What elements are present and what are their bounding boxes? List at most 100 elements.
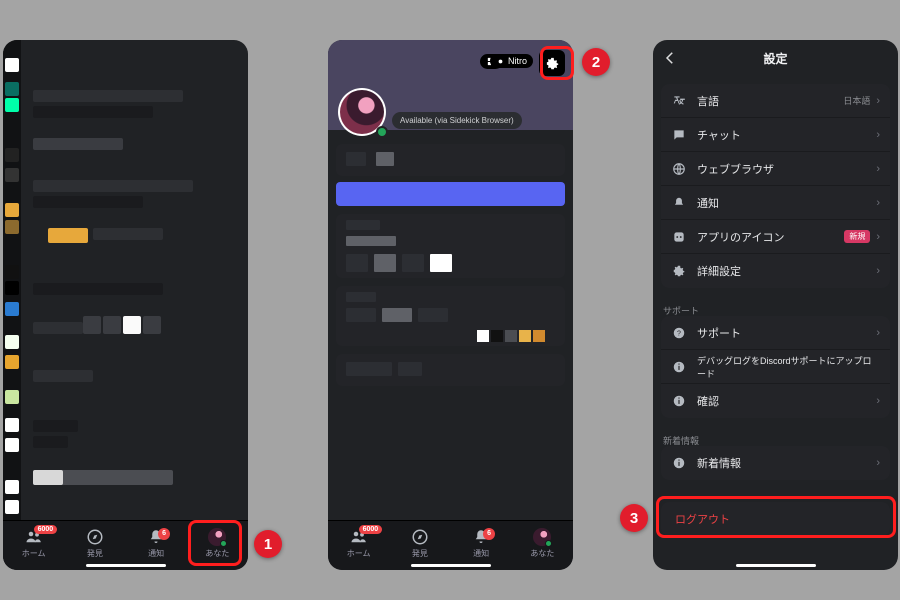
profile-avatar[interactable] [338,88,386,136]
row-browser-label: ウェブブラウザ [697,161,876,177]
tab-discover[interactable]: 発見 [69,528,121,559]
row-chat[interactable]: チャット › [661,118,890,152]
settings-button[interactable] [539,50,565,76]
callout-1: 1 [254,530,282,558]
chevron-right-icon: › [876,327,880,339]
chevron-right-icon: › [876,197,880,209]
gear-icon [545,56,560,71]
row-notify-label: 通知 [697,195,876,211]
chevron-right-icon: › [876,95,880,107]
row-confirm-label: 確認 [697,393,876,409]
row-app-icon[interactable]: アプリのアイコン 新規 › [661,220,890,254]
profile-card-note [336,354,565,386]
tab-home-badge: 6000 [34,525,58,534]
chevron-right-icon: › [876,457,880,469]
home-indicator [411,564,491,567]
row-news[interactable]: 新着情報 › [661,446,890,480]
info-icon [672,394,686,408]
tab-notif-badge: 6 [483,528,495,540]
home-indicator [736,564,816,567]
row-support[interactable]: ? サポート › [661,316,890,350]
settings-list-news: 新着情報 › [661,446,890,480]
tab-discover[interactable]: 発見 [394,528,446,559]
row-confirm[interactable]: 確認 › [661,384,890,418]
avatar-icon [533,528,551,546]
compass-icon [86,528,104,546]
tab-you-label: あなた [205,549,229,558]
tab-notif-label: 通知 [473,549,489,558]
profile-card-connections [336,286,565,346]
settings-list-support: ? サポート › デバッグログをDiscordサポートにアップロード 確認 › [661,316,890,418]
custom-status-text: Available (via Sidekick Browser) [392,112,522,129]
row-chat-label: チャット [697,127,876,143]
row-debuglog-label: デバッグログをDiscordサポートにアップロード [697,354,880,380]
globe-icon [672,162,686,176]
chevron-right-icon: › [876,395,880,407]
logout-label: ログアウト [675,511,730,527]
help-icon: ? [672,326,686,340]
settings-list-app: 言語 日本語 › チャット › ウェブブラウザ › 通知 › アプリのアイコン … [661,84,890,288]
nitro-button[interactable]: Nitro [490,54,533,68]
avatar-icon [208,528,226,546]
profile-card-name [336,144,565,176]
profile-card-about [336,214,565,278]
nitro-icon [496,57,505,66]
tab-discover-label: 発見 [87,549,103,558]
chat-icon [672,128,686,142]
info-icon [672,360,686,374]
logout-button[interactable]: ログアウト [661,502,890,536]
tab-home[interactable]: 6000 ホーム [8,528,60,559]
row-news-label: 新着情報 [697,455,876,471]
chevron-right-icon: › [876,129,880,141]
callout-2: 2 [582,48,610,76]
tab-you[interactable]: あなた [191,528,243,559]
tab-notif-label: 通知 [148,549,164,558]
nitro-label: Nitro [508,56,527,66]
tab-you[interactable]: あなた [516,528,568,559]
row-browser[interactable]: ウェブブラウザ › [661,152,890,186]
back-button[interactable] [661,49,681,69]
row-language-label: 言語 [697,93,843,109]
info-icon [672,456,686,470]
row-advanced-label: 詳細設定 [697,263,876,279]
tab-home-label: ホーム [347,549,371,558]
tab-notifications[interactable]: 6 通知 [455,528,507,559]
screen-dm-list: 6000 ホーム 発見 6 通知 あなた [3,40,248,570]
app-icon-icon [672,230,686,244]
tab-home-label: ホーム [22,549,46,558]
settings-title: 設定 [763,50,787,67]
row-support-label: サポート [697,325,876,341]
chevron-right-icon: › [876,163,880,175]
tab-bar: 6000 ホーム 発見 6 通知 あなた [328,520,573,570]
callout-3: 3 [620,504,648,532]
row-language[interactable]: 言語 日本語 › [661,84,890,118]
edit-profile-button[interactable] [336,182,565,206]
row-notifications[interactable]: 通知 › [661,186,890,220]
tab-notif-badge: 6 [158,528,170,540]
gear-icon [672,264,686,278]
bell-icon [672,196,686,210]
screen-settings: 設定 言語 日本語 › チャット › ウェブブラウザ › 通知 › アプリのアイ… [653,40,898,570]
compass-icon [411,528,429,546]
new-badge: 新規 [844,230,870,243]
presence-online-icon [376,126,388,138]
tab-home[interactable]: 6000 ホーム [333,528,385,559]
tab-bar: 6000 ホーム 発見 6 通知 あなた [3,520,248,570]
chevron-right-icon: › [876,265,880,277]
row-appicon-label: アプリのアイコン [697,229,844,245]
tab-discover-label: 発見 [412,549,428,558]
svg-text:?: ? [677,330,681,337]
server-rail [3,40,21,570]
row-debuglog[interactable]: デバッグログをDiscordサポートにアップロード [661,350,890,384]
row-advanced[interactable]: 詳細設定 › [661,254,890,288]
chevron-right-icon: › [876,231,880,243]
tab-home-badge: 6000 [359,525,383,534]
home-indicator [86,564,166,567]
tab-notifications[interactable]: 6 通知 [130,528,182,559]
language-icon [672,94,686,108]
row-language-value: 日本語 [843,94,870,107]
settings-header: 設定 [653,40,898,76]
screen-profile: Nitro Available (via Sidekick Browser) [328,40,573,570]
arrow-left-icon [661,49,679,67]
tab-you-label: あなた [530,549,554,558]
